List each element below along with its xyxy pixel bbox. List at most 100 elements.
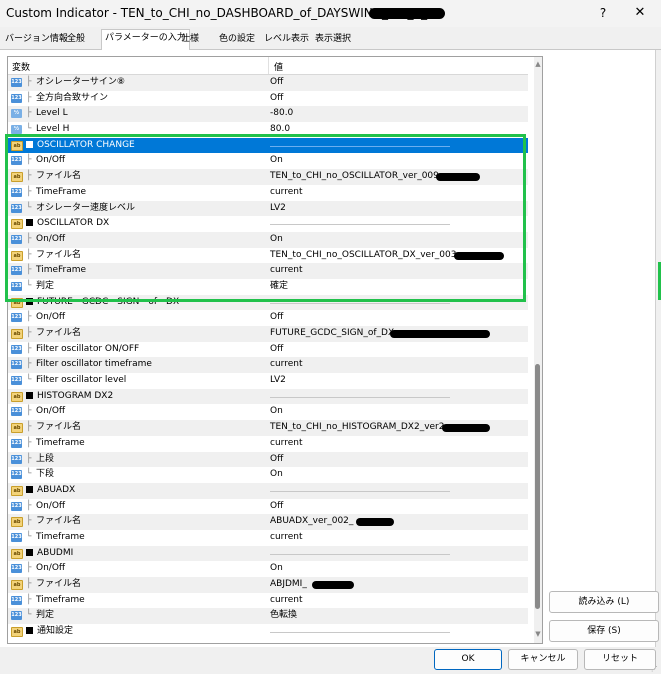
group-row[interactable]: ab ABUADX	[8, 482, 528, 499]
parameter-value[interactable]: On	[270, 404, 283, 420]
parameter-row[interactable]: 123 ├ 上段 Off	[8, 451, 528, 468]
parameter-row[interactable]: 123 └ 判定 確定	[8, 279, 528, 295]
group-separator	[270, 224, 450, 226]
parameter-value[interactable]: 確定	[270, 279, 288, 295]
scroll-down-arrow-icon[interactable]: ▼	[534, 629, 542, 639]
ok-button[interactable]: OK	[434, 649, 502, 670]
tab-version-info[interactable]: バージョン情報	[2, 31, 71, 48]
group-row[interactable]: ab OSCILLATOR CHANGE	[8, 137, 528, 154]
parameter-value[interactable]: Off	[270, 91, 283, 107]
parameter-value[interactable]: Off	[270, 342, 283, 358]
parameter-name: ファイル名	[36, 422, 82, 433]
parameter-value[interactable]: Off	[270, 452, 283, 468]
parameter-row[interactable]: 123 ├ TimeFrame current	[8, 185, 528, 201]
tree-connector: ├	[26, 359, 32, 370]
tab-levels[interactable]: レベル表示	[261, 31, 312, 48]
group-row[interactable]: ab 通知設定	[8, 624, 528, 640]
parameter-value[interactable]: On	[270, 467, 283, 483]
parameter-value[interactable]: LV2	[270, 201, 286, 217]
parameter-value[interactable]: ABUADX_ver_002_	[270, 514, 353, 530]
parameter-row[interactable]: 123 └ Timeframe current	[8, 530, 528, 546]
parameter-grid: 変数 値 123 ├ オシレーターサイン⑧ Off 123 ├ 全方向合致サイン Off ½ ├ L…	[7, 56, 543, 644]
parameter-value[interactable]: On	[270, 232, 283, 248]
parameter-row[interactable]: 123 ├ オシレーターサイン⑧ Off	[8, 75, 528, 91]
tab-colors[interactable]: 色の設定	[216, 31, 258, 48]
column-value-header[interactable]: 値	[274, 60, 283, 73]
help-button[interactable]: ?	[594, 4, 612, 22]
parameter-name: HISTOGRAM DX2	[26, 389, 113, 405]
parameter-name: On/Off	[36, 312, 66, 323]
parameter-value[interactable]: current	[270, 357, 302, 373]
group-square-icon	[26, 627, 33, 635]
parameter-row[interactable]: ab ├ ファイル名 ABJDMI_	[8, 577, 528, 593]
parameter-value[interactable]: -80.0	[270, 106, 293, 122]
scroll-up-arrow-icon[interactable]: ▲	[534, 59, 542, 69]
parameter-value[interactable]: Off	[270, 499, 283, 515]
parameter-row[interactable]: 123 ├ 全方向合致サイン Off	[8, 91, 528, 107]
parameter-value[interactable]: TEN_to_CHI_no_OSCILLATOR_DX_ver_003_	[270, 248, 461, 264]
parameter-row[interactable]: 123 └ 下段 On	[8, 467, 528, 483]
parameter-row[interactable]: 123 └ 判定 色転換	[8, 608, 528, 625]
parameter-value[interactable]: TEN_to_CHI_no_OSCILLATOR_ver_009_	[270, 169, 443, 185]
parameter-name: FUTURE GCDC SIGN of DX	[26, 295, 179, 311]
parameter-value[interactable]: LV2	[270, 373, 286, 389]
parameter-value[interactable]: On	[270, 561, 283, 577]
parameter-row[interactable]: 123 ├ Filter oscillator ON/OFF Off	[8, 342, 528, 358]
group-row[interactable]: ab ABUDMI	[8, 545, 528, 562]
tree-connector: ├	[26, 108, 32, 119]
parameter-row[interactable]: 123 ├ On/Off On	[8, 561, 528, 577]
group-title: ABUADX	[37, 484, 76, 495]
column-variable-header[interactable]: 変数	[12, 60, 30, 73]
scroll-thumb[interactable]	[535, 364, 540, 609]
parameter-value[interactable]: current	[270, 263, 302, 279]
parameter-value[interactable]: current	[270, 593, 302, 609]
tab-parameters[interactable]: パラメーターの入力	[101, 29, 190, 50]
parameter-row[interactable]: 123 ├ On/Off On	[8, 404, 528, 420]
parameter-row[interactable]: ab ├ ファイル名 ABUADX_ver_002_	[8, 514, 528, 530]
tab-spec[interactable]: 仕様	[178, 31, 202, 48]
parameter-row[interactable]: ab ├ ファイル名 TEN_to_CHI_no_OSCILLATOR_ver_009…	[8, 169, 528, 185]
resize-grip-icon[interactable]: ⋰	[651, 665, 659, 673]
parameter-value[interactable]: ABJDMI_	[270, 577, 307, 593]
parameter-row[interactable]: ab ├ ファイル名 TEN_to_CHI_no_OSCILLATOR_DX_ver_…	[8, 248, 528, 264]
cancel-button[interactable]: キャンセル	[508, 649, 578, 670]
parameter-row[interactable]: 123 └ オシレーター速度レベル LV2	[8, 200, 528, 217]
group-row[interactable]: ab FUTURE GCDC SIGN of DX	[8, 294, 528, 311]
reset-button[interactable]: リセット	[584, 649, 656, 670]
parameter-value[interactable]: FUTURE_GCDC_SIGN_of_DX_	[270, 326, 399, 342]
parameter-value[interactable]: TEN_to_CHI_no_HISTOGRAM_DX2_ver2_	[270, 420, 449, 436]
parameter-value[interactable]: On	[270, 153, 283, 169]
column-divider[interactable]	[268, 57, 269, 74]
parameter-row[interactable]: ab ├ ファイル名 TEN_to_CHI_no_HISTOGRAM_DX2_ver2…	[8, 420, 528, 436]
group-row[interactable]: ab HISTOGRAM DX2	[8, 388, 528, 405]
close-button[interactable]: ✕	[630, 4, 650, 22]
parameter-row[interactable]: 123 ├ Timeframe current	[8, 436, 528, 452]
parameter-row[interactable]: 123 ├ TimeFrame current	[8, 263, 528, 279]
parameter-row[interactable]: 123 ├ Timeframe current	[8, 593, 528, 609]
group-square-icon	[26, 548, 33, 556]
parameter-row[interactable]: 123 ├ On/Off Off	[8, 310, 528, 326]
tab-general[interactable]: 全般	[64, 31, 88, 48]
parameter-row[interactable]: ab ├ ファイル名 FUTURE_GCDC_SIGN_of_DX_	[8, 326, 528, 342]
parameter-row[interactable]: 123 ├ On/Off Off	[8, 499, 528, 515]
parameter-row[interactable]: 123 ├ Filter oscillator timeframe current	[8, 357, 528, 374]
parameter-value[interactable]: 色転換	[270, 608, 297, 624]
vertical-scrollbar[interactable]: ▲ ▼	[534, 57, 542, 643]
parameter-value[interactable]: 80.0	[270, 122, 290, 138]
parameter-value[interactable]: current	[270, 530, 302, 546]
save-button[interactable]: 保存 (S)	[549, 620, 659, 642]
parameter-row[interactable]: 123 ├ On/Off On	[8, 231, 528, 248]
parameter-value[interactable]: Off	[270, 310, 283, 326]
load-button[interactable]: 読み込み (L)	[549, 591, 659, 613]
tab-display-select[interactable]: 表示選択	[312, 31, 354, 48]
parameter-value[interactable]: Off	[270, 75, 283, 91]
parameter-row[interactable]: ½ ├ Level L -80.0	[8, 106, 528, 123]
parameter-row[interactable]: 123 ├ On/Off On	[8, 153, 528, 169]
parameter-row[interactable]: ½ └ Level H 80.0	[8, 122, 528, 138]
parameter-row[interactable]: 123 └ Filter oscillator level LV2	[8, 373, 528, 389]
group-row[interactable]: ab OSCILLATOR DX	[8, 216, 528, 232]
parameter-value[interactable]: current	[270, 185, 302, 201]
parameter-value[interactable]: current	[270, 436, 302, 452]
tree-connector: ├	[26, 563, 32, 574]
parameter-name: Filter oscillator level	[36, 375, 127, 386]
